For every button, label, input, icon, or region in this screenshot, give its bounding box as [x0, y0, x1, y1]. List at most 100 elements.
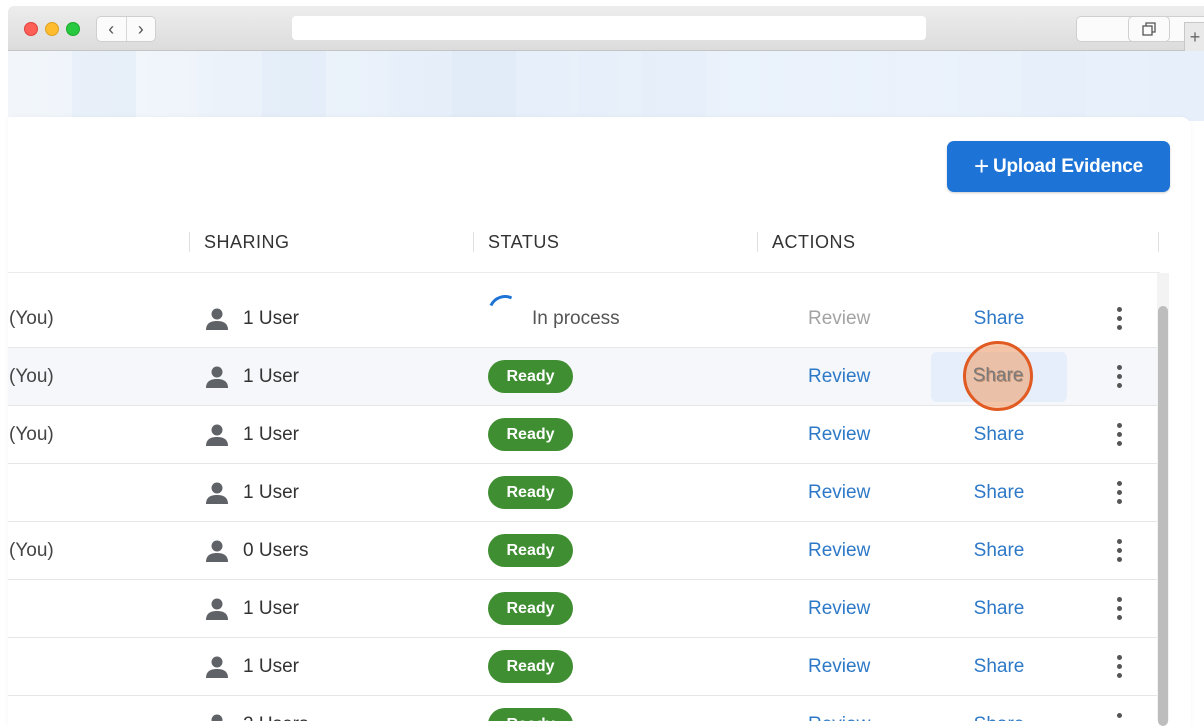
- review-link: Review: [808, 307, 871, 329]
- browser-toolbar: ‹ › +: [8, 6, 1204, 52]
- loading-spinner-icon: [483, 290, 527, 334]
- more-vertical-icon[interactable]: [1110, 348, 1128, 405]
- review-link[interactable]: Review: [808, 580, 870, 637]
- column-divider: [757, 232, 758, 252]
- window-close-button[interactable]: [24, 22, 38, 36]
- status-badge: Ready: [488, 418, 573, 451]
- sharing-cell: 1 User: [204, 348, 299, 405]
- sharing-cell: 1 User: [204, 580, 299, 637]
- share-link[interactable]: Share: [931, 290, 1067, 347]
- forward-button[interactable]: ›: [125, 17, 156, 41]
- window-minimize-button[interactable]: [45, 22, 59, 36]
- share-link[interactable]: Share: [931, 638, 1067, 695]
- review-link[interactable]: Review: [808, 522, 870, 579]
- table-row: 1 User Ready Review Share: [8, 464, 1158, 522]
- share-link[interactable]: Share: [931, 696, 1067, 722]
- window-zoom-button[interactable]: [66, 22, 80, 36]
- column-header-sharing: SHARING: [204, 231, 290, 252]
- more-vertical-icon[interactable]: [1110, 406, 1128, 463]
- column-header-actions: ACTIONS: [772, 231, 856, 252]
- review-link[interactable]: Review: [808, 464, 870, 521]
- table-row: 2 Users Ready Review Share: [8, 696, 1158, 721]
- sharing-count: 1 User: [243, 597, 299, 619]
- person-icon: [206, 366, 228, 388]
- sharing-count: 1 User: [243, 307, 299, 329]
- share-button-clicked-label: Share: [972, 365, 1024, 386]
- status-badge: Ready: [488, 476, 573, 509]
- history-navigation: ‹ ›: [96, 16, 156, 42]
- owner-cell: (You): [9, 365, 54, 387]
- sharing-count: 2 Users: [243, 714, 308, 722]
- page-banner: [8, 51, 1204, 121]
- person-icon: [206, 598, 228, 620]
- person-icon: [206, 308, 228, 330]
- status-cell: Ready: [488, 406, 573, 463]
- sharing-cell: 1 User: [204, 406, 299, 463]
- upload-evidence-label: Upload Evidence: [992, 155, 1144, 177]
- status-badge: Ready: [488, 534, 573, 567]
- sharing-cell: 1 User: [204, 464, 299, 521]
- sharing-count: 1 User: [243, 423, 299, 445]
- sharing-count: 1 User: [243, 655, 299, 677]
- more-vertical-icon[interactable]: [1110, 522, 1128, 579]
- person-icon: [206, 656, 228, 678]
- sharing-cell: 1 User: [204, 290, 299, 347]
- table-row: 1 User Ready Review Share: [8, 638, 1158, 696]
- table-row: (You) 1 User In process Review Share: [8, 290, 1158, 348]
- status-badge: Ready: [488, 592, 573, 625]
- sharing-cell: 2 Users: [204, 696, 308, 721]
- status-cell: Ready: [488, 696, 573, 721]
- new-tab-button[interactable]: +: [1184, 22, 1204, 52]
- person-icon: [211, 714, 223, 721]
- sharing-cell: 0 Users: [204, 522, 308, 579]
- review-link[interactable]: Review: [808, 406, 870, 463]
- column-header-status: STATUS: [488, 231, 560, 252]
- sharing-count: 1 User: [243, 481, 299, 503]
- review-link[interactable]: Review: [808, 348, 870, 405]
- person-icon: [206, 482, 228, 504]
- browser-tabs-button[interactable]: [1128, 16, 1170, 42]
- upload-evidence-button[interactable]: + Upload Evidence: [947, 141, 1170, 192]
- sharing-count: 1 User: [243, 365, 299, 387]
- person-icon: [206, 424, 228, 446]
- more-vertical-icon[interactable]: [1110, 580, 1128, 637]
- person-icon: [206, 540, 228, 562]
- column-divider: [189, 232, 190, 252]
- column-divider: [473, 232, 474, 252]
- more-vertical-icon[interactable]: [1110, 638, 1128, 695]
- status-badge: Ready: [488, 650, 573, 683]
- review-link[interactable]: Review: [808, 638, 870, 695]
- sharing-count: 0 Users: [243, 539, 309, 561]
- share-link[interactable]: Share: [931, 522, 1067, 579]
- share-link[interactable]: Share: [931, 406, 1067, 463]
- status-text: In process: [532, 307, 620, 329]
- column-divider: [1158, 232, 1159, 252]
- back-button[interactable]: ‹: [97, 17, 126, 41]
- owner-cell: (You): [9, 423, 54, 445]
- status-cell: Ready: [488, 348, 573, 405]
- table-row: 1 User Ready Review Share: [8, 580, 1158, 638]
- review-link[interactable]: Review: [808, 696, 870, 722]
- sharing-cell: 1 User: [204, 638, 299, 695]
- more-vertical-icon[interactable]: [1110, 290, 1128, 347]
- tabs-icon: [1142, 22, 1156, 36]
- table-row: (You) 1 User Ready Review Share: [8, 406, 1158, 464]
- status-cell: Ready: [488, 580, 573, 637]
- more-vertical-icon[interactable]: [1110, 696, 1128, 721]
- status-badge: Ready: [488, 708, 573, 721]
- owner-cell: (You): [9, 539, 54, 561]
- plus-icon: +: [973, 150, 989, 181]
- status-cell: Ready: [488, 464, 573, 521]
- more-vertical-icon[interactable]: [1110, 464, 1128, 521]
- address-bar[interactable]: [292, 16, 926, 40]
- table-row: (You) 0 Users Ready Review Share: [8, 522, 1158, 580]
- owner-cell: (You): [9, 307, 54, 329]
- status-cell: In process: [483, 290, 620, 347]
- status-cell: Ready: [488, 638, 573, 695]
- status-cell: Ready: [488, 522, 573, 579]
- header-divider: [8, 272, 1160, 273]
- share-link[interactable]: Share: [931, 464, 1067, 521]
- status-badge: Ready: [488, 360, 573, 393]
- share-link[interactable]: Share: [931, 580, 1067, 637]
- scrollbar-thumb[interactable]: [1158, 306, 1168, 726]
